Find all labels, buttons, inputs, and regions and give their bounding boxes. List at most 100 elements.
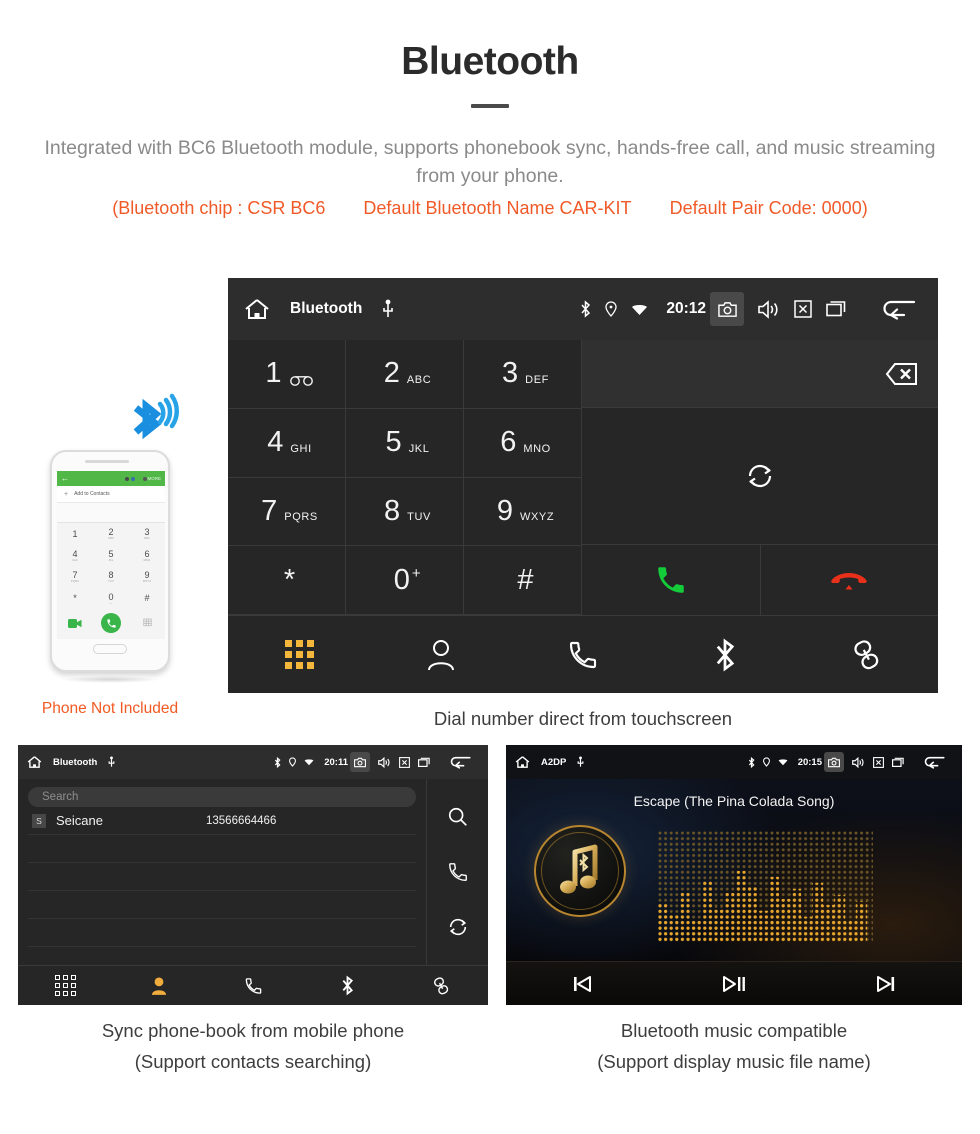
key-letters: ABC [406,373,432,386]
phone-key-sub: TUV [108,580,114,584]
key-letters: JKL [408,442,430,455]
call-icon[interactable] [447,861,469,883]
key-1[interactable]: 1 [228,340,346,409]
phone-key[interactable]: 2 ABC [93,523,129,545]
hangup-red-icon [830,568,868,592]
tab-keypad[interactable] [18,975,112,996]
pair-link-icon [851,638,883,672]
phone-key-num: 6 [144,548,150,559]
call-button[interactable] [582,545,761,615]
back-arrow-icon[interactable] [924,755,945,769]
tab-call-history[interactable] [206,976,300,996]
back-arrow-icon[interactable]: ← [61,474,69,483]
play-pause-icon [721,974,747,994]
close-box-icon[interactable] [873,756,884,768]
plus-icon: + [64,490,69,498]
tab-contacts[interactable] [370,638,512,672]
phone-key[interactable]: * [57,588,93,610]
phone-shadow [60,676,160,683]
play-pause-button[interactable] [658,974,810,994]
camera-icon[interactable] [350,752,370,772]
bluetooth-icon [341,975,354,996]
title-divider [471,104,509,108]
next-track-button[interactable] [810,974,962,994]
sync-contacts-button[interactable] [582,408,938,545]
phone-more-label[interactable]: MORE [148,476,162,481]
key-number: 7 [261,494,278,527]
tab-pair[interactable] [394,976,488,996]
main-caption: Dial number direct from touchscreen [433,708,733,729]
phone-key[interactable]: 4 GHI [57,545,93,567]
tab-call-history[interactable] [512,638,654,672]
usb-icon [108,756,115,768]
phone-key[interactable]: 6 MNO [129,545,165,567]
table-row[interactable]: S Seicane 13566664466 [28,807,416,835]
key-star[interactable]: * [228,546,346,615]
music-caption-line2: (Support display music file name) [597,1051,871,1072]
back-arrow-icon[interactable] [882,298,916,320]
phone-home-button[interactable] [93,644,127,654]
key-7[interactable]: 7 PQRS [228,477,346,547]
key-9[interactable]: 9 WXYZ [464,477,582,547]
dialer-body: 1 2 ABC 3 DEF 4 GHI 5 JKL 6 MNO 7 PQRS 8 TUV 9W… [228,340,938,615]
home-icon[interactable] [244,297,270,321]
camera-icon[interactable] [710,292,744,326]
search-icon[interactable] [447,806,469,828]
keypad-icon[interactable] [129,618,165,629]
phone-key[interactable]: 1 [57,523,93,545]
phone-key[interactable]: 5 JKL [93,545,129,567]
contacts-body: Search S Seicane 13566664466 [18,779,488,965]
phone-add-contact-row[interactable]: + Add to Contacts [57,486,165,503]
volume-icon[interactable] [852,756,865,768]
home-icon[interactable] [27,755,42,769]
sync-icon[interactable] [447,916,469,938]
close-box-icon[interactable] [794,300,812,318]
key-2[interactable]: 2 ABC [346,340,464,409]
volume-icon[interactable] [758,299,780,319]
key-5[interactable]: 5 JKL [346,408,464,478]
camera-icon[interactable] [824,752,844,772]
key-8[interactable]: 8 TUV [346,477,464,547]
tab-keypad[interactable] [228,640,370,669]
tab-bluetooth[interactable] [654,637,796,673]
table-row-empty [28,863,416,891]
phone-key[interactable]: 8 TUV [93,566,129,588]
key-4[interactable]: 4 GHI [228,408,346,478]
phone-call-button[interactable] [93,613,129,633]
phone-key-num: 2 [108,527,114,538]
phone-key[interactable]: 7 PQRS [57,566,93,588]
search-input[interactable]: Search [28,787,416,807]
phone-key[interactable]: 3 DEF [129,523,165,545]
tab-contacts[interactable] [112,976,206,996]
tab-pair[interactable] [796,638,938,672]
song-title: Escape (The Pina Colada Song) [633,793,835,809]
key-6[interactable]: 6 MNO [464,408,582,478]
phone-keypad[interactable]: 1 2 ABC 3 DEF 4 GHI 5 JKL 6 MNO 7 PQRS 8 TUV 9W… [57,523,165,609]
number-display[interactable] [582,340,938,408]
tab-bluetooth[interactable] [300,975,394,996]
video-call-icon[interactable] [57,618,93,628]
home-icon[interactable] [515,755,530,769]
key-number: 5 [385,426,402,459]
recents-icon[interactable] [892,757,904,768]
previous-track-button[interactable] [506,974,658,994]
key-0[interactable]: 0 + [346,546,464,615]
key-hash[interactable]: # [464,546,582,615]
recents-icon[interactable] [826,300,846,318]
dialer-keypad[interactable]: 1 2 ABC 3 DEF 4 GHI 5 JKL 6 MNO 7 PQRS 8 TUV 9W… [228,340,582,615]
volume-icon[interactable] [378,756,391,768]
phone-key[interactable]: # [129,588,165,610]
status-time: 20:15 [797,756,822,768]
phone-key[interactable]: 9 WXYZ [129,566,165,588]
close-box-icon[interactable] [399,756,410,768]
phone-key[interactable]: 0 + [93,588,129,610]
key-plus: + [411,564,422,582]
back-arrow-icon[interactable] [450,755,471,769]
next-track-icon [875,974,897,994]
backspace-icon[interactable] [874,361,918,387]
phone-led [131,477,135,481]
hangup-button[interactable] [760,545,938,615]
key-3[interactable]: 3 DEF [464,340,582,409]
key-letters: WXYZ [519,511,555,524]
recents-icon[interactable] [418,757,430,768]
